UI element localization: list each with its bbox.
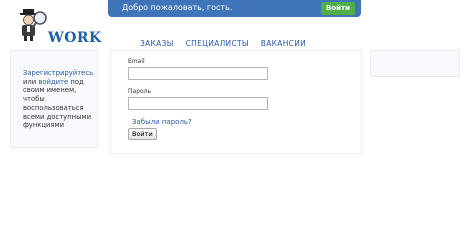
- nav-item-specialists[interactable]: СПЕЦИАЛИСТЫ: [186, 39, 249, 48]
- email-label: Email: [128, 58, 145, 65]
- guest-info-text: под своим именем, чтобы воспользоваться …: [23, 77, 92, 130]
- register-link[interactable]: Зарегистрируйтесь: [23, 69, 93, 77]
- submit-button[interactable]: Войти: [128, 128, 157, 140]
- right-panel: [370, 50, 460, 77]
- nav-item-vacancies[interactable]: ВАКАНСИИ: [261, 39, 306, 48]
- magnifier-person-icon: [20, 9, 47, 41]
- email-field[interactable]: [128, 67, 268, 80]
- logo-text: WORK: [48, 30, 102, 46]
- login-button[interactable]: Войти: [320, 2, 355, 15]
- nav-item-orders[interactable]: ЗАКАЗЫ: [140, 39, 174, 48]
- welcome-text: Добро пожаловать, гость.: [122, 3, 233, 12]
- guest-info-panel: Зарегистрируйтесь или войдите под своим …: [10, 50, 98, 148]
- password-label: Пароль: [128, 88, 152, 95]
- top-bar: Добро пожаловать, гость. Войти: [108, 0, 361, 17]
- login-link[interactable]: войдите: [38, 78, 68, 86]
- password-field[interactable]: [128, 97, 268, 110]
- main-nav: ЗАКАЗЫ СПЕЦИАЛИСТЫ ВАКАНСИИ: [140, 39, 306, 48]
- login-form: Email Пароль Забыли пароль? Войти: [110, 50, 362, 154]
- site-logo[interactable]: WORK: [14, 6, 104, 46]
- forgot-password-link[interactable]: Забыли пароль?: [132, 118, 192, 126]
- or-text: или: [23, 77, 37, 86]
